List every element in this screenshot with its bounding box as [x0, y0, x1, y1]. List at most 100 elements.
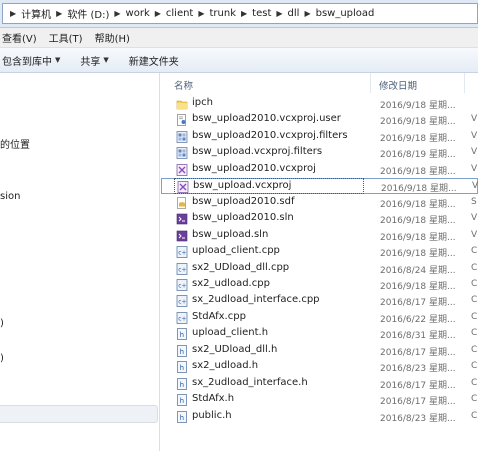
breadcrumb-work[interactable]: work — [126, 8, 150, 19]
file-modified-date: 2016/9/18 星期... — [380, 249, 456, 260]
file-row[interactable]: bsw_upload2010.vcxproj.filters 2016/9/18 … — [161, 129, 478, 145]
breadcrumb-client[interactable]: client — [166, 8, 193, 19]
sdf-file-icon — [176, 196, 188, 209]
file-row[interactable]: c+ sx2_UDload_dll.cpp 2016/8/24 星期... C — [161, 261, 478, 277]
file-row[interactable]: c+ StdAfx.cpp 2016/6/22 星期... C — [161, 310, 478, 326]
file-row[interactable]: h public.h 2016/8/23 星期... C — [161, 409, 478, 425]
file-modified-date: 2016/9/18 星期... — [380, 232, 456, 243]
cpp-file-icon: c+ — [176, 311, 188, 324]
svg-text:h: h — [180, 364, 184, 372]
header-file-icon: h — [176, 344, 188, 357]
chevron-right-icon[interactable]: ▶ — [198, 9, 204, 18]
file-row[interactable]: bsw_upload2010.sdf 2016/9/18 星期... S — [161, 195, 478, 211]
include-in-library-button[interactable]: 包含到库中 ▼ — [0, 53, 70, 68]
file-modified-date: 2016/8/31 星期... — [380, 331, 456, 342]
file-name: bsw_upload.vcxproj — [193, 180, 292, 192]
file-type: C — [471, 278, 478, 289]
chevron-right-icon[interactable]: ▶ — [114, 9, 120, 18]
chevron-right-icon[interactable]: ▶ — [276, 9, 282, 18]
sln-file-icon — [176, 213, 188, 225]
navigation-pane[interactable]: 的位置 sion ) ) — [0, 73, 160, 451]
file-row[interactable]: bsw_upload2010.vcxproj.user 2016/9/18 星期.… — [161, 112, 478, 128]
breadcrumb-dll[interactable]: dll — [288, 8, 300, 19]
chevron-right-icon[interactable]: ▶ — [241, 9, 247, 18]
file-type: C — [471, 246, 478, 257]
nav-item-drive-2[interactable]: ) — [0, 353, 4, 364]
file-name: upload_client.h — [192, 327, 269, 339]
file-type: S — [471, 196, 477, 207]
file-name: sx2_udload.cpp — [192, 277, 270, 289]
file-row[interactable]: bsw_upload.vcxproj 2016/9/18 星期... V — [161, 178, 478, 195]
nav-item-sion[interactable]: sion — [0, 191, 20, 202]
header-file-icon: h — [176, 394, 188, 406]
vcxproj-file-icon — [177, 181, 189, 194]
file-type: C — [471, 344, 478, 355]
nav-item-selected[interactable] — [0, 405, 158, 423]
nav-item-drive-1[interactable]: ) — [0, 318, 4, 329]
menu-view[interactable]: 查看(V) — [0, 30, 43, 45]
chevron-down-icon: ▼ — [55, 56, 61, 64]
file-type: V — [471, 147, 478, 158]
chevron-right-icon[interactable]: ▶ — [155, 9, 161, 18]
menu-help[interactable]: 帮助(H) — [89, 30, 136, 45]
menu-bar: 查看(V) 工具(T) 帮助(H) — [0, 28, 478, 48]
file-modified-date: 2016/9/18 星期... — [380, 166, 456, 177]
file-name: public.h — [192, 409, 232, 421]
file-name: sx2_UDload_dll.cpp — [192, 261, 290, 273]
file-row[interactable]: h sx_2udload_interface.h 2016/8/17 星期... C — [161, 376, 478, 392]
breadcrumb-trunk[interactable]: trunk — [210, 8, 237, 19]
file-name: sx2_udload.h — [192, 360, 259, 372]
sln-file-icon — [176, 230, 188, 242]
file-row[interactable]: bsw_upload.vcxproj.filters 2016/8/19 星期..… — [161, 145, 478, 161]
svg-text:h: h — [180, 331, 184, 339]
header-file-icon: h — [176, 377, 188, 390]
breadcrumb-test[interactable]: test — [252, 8, 271, 19]
file-row[interactable]: h sx2_UDload_dll.h 2016/8/17 星期... C — [161, 343, 478, 359]
column-header-name[interactable]: 名称 — [174, 78, 193, 92]
address-bar[interactable]: ▶ 计算机 ▶ 软件 (D:) ▶ work ▶ client ▶ trunk … — [2, 3, 478, 24]
file-modified-date: 2016/8/24 星期... — [380, 265, 456, 276]
breadcrumb-bsw-upload[interactable]: bsw_upload — [316, 8, 375, 19]
file-row[interactable]: ipch 2016/9/18 星期... — [161, 96, 478, 112]
cpp-file-icon: c+ — [176, 295, 188, 308]
breadcrumb-drive-d[interactable]: 软件 (D:) — [67, 6, 109, 21]
file-type: C — [471, 361, 478, 372]
menu-tools[interactable]: 工具(T) — [43, 30, 89, 45]
file-name: sx2_UDload_dll.h — [192, 343, 278, 355]
folder-icon — [176, 98, 188, 110]
file-name: bsw_upload2010.vcxproj.user — [192, 113, 341, 125]
file-row[interactable]: bsw_upload.sln 2016/9/18 星期... V — [161, 228, 478, 244]
file-row[interactable]: c+ sx2_udload.cpp 2016/9/18 星期... C — [161, 277, 478, 293]
nav-item-recent-places[interactable]: 的位置 — [0, 136, 30, 151]
chevron-right-icon[interactable]: ▶ — [10, 9, 16, 18]
new-folder-button[interactable]: 新建文件夹 — [119, 53, 189, 68]
file-name: sx_2udload_interface.cpp — [192, 294, 320, 306]
share-button[interactable]: 共享 ▼ — [70, 53, 118, 68]
column-divider[interactable] — [370, 73, 371, 93]
svg-text:h: h — [180, 413, 184, 421]
cpp-file-icon: c+ — [176, 262, 188, 275]
file-modified-date: 2016/9/18 星期... — [380, 216, 456, 227]
chevron-right-icon[interactable]: ▶ — [304, 9, 310, 18]
file-modified-date: 2016/9/18 星期... — [380, 101, 456, 111]
chevron-right-icon[interactable]: ▶ — [56, 9, 62, 18]
filters-file-icon — [176, 131, 188, 143]
file-name: bsw_upload.sln — [192, 228, 269, 240]
file-row[interactable]: c+ upload_client.cpp 2016/9/18 星期... C — [161, 244, 478, 260]
file-name: sx_2udload_interface.h — [192, 376, 308, 388]
file-modified-date: 2016/9/18 星期... — [381, 184, 457, 195]
file-row[interactable]: bsw_upload2010.sln 2016/9/18 星期... V — [161, 211, 478, 227]
file-row[interactable]: h upload_client.h 2016/8/31 星期... C — [161, 326, 478, 342]
file-type: V — [472, 181, 478, 192]
file-modified-date: 2016/9/18 星期... — [380, 133, 456, 144]
file-row[interactable]: h sx2_udload.h 2016/8/23 星期... C — [161, 359, 478, 375]
svg-text:h: h — [180, 380, 184, 388]
file-row[interactable]: c+ sx_2udload_interface.cpp 2016/8/17 星期..… — [161, 293, 478, 309]
column-header-modified[interactable]: 修改日期 — [379, 78, 417, 92]
chevron-down-icon: ▼ — [103, 56, 109, 64]
file-row[interactable]: bsw_upload2010.vcxproj 2016/9/18 星期... V — [161, 162, 478, 178]
file-modified-date: 2016/6/22 星期... — [380, 314, 456, 325]
breadcrumb-computer[interactable]: 计算机 — [21, 6, 51, 21]
column-divider[interactable] — [464, 73, 465, 93]
file-row[interactable]: h StdAfx.h 2016/8/17 星期... C — [161, 392, 478, 408]
